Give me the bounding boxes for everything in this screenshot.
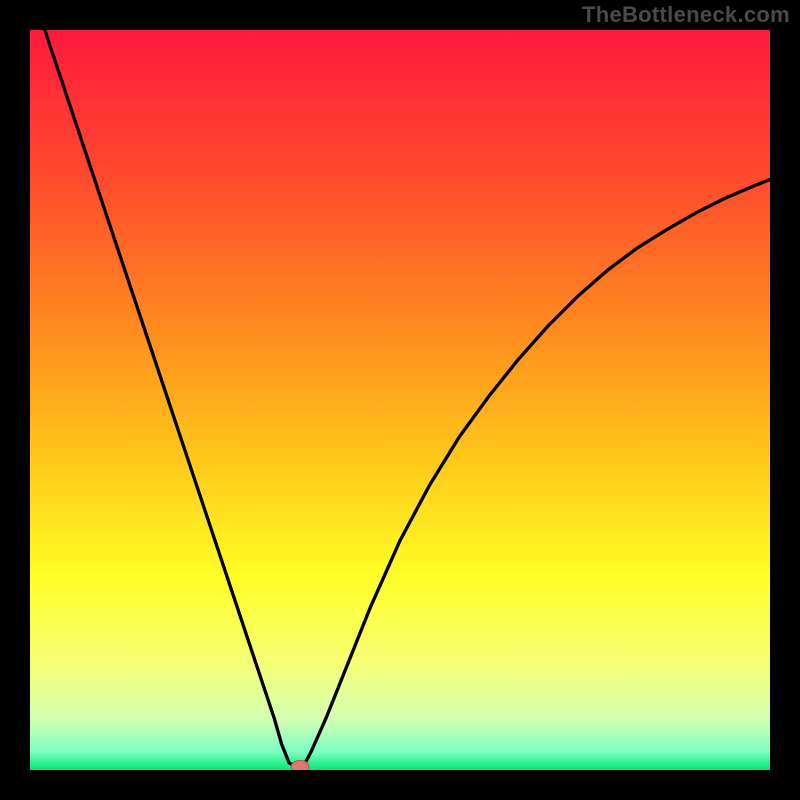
- plot-area: [30, 30, 770, 770]
- chart-frame: TheBottleneck.com: [0, 0, 800, 800]
- watermark-text: TheBottleneck.com: [582, 2, 790, 28]
- gradient-background: [30, 30, 770, 770]
- optimum-marker: [291, 760, 309, 770]
- chart-svg: [30, 30, 770, 770]
